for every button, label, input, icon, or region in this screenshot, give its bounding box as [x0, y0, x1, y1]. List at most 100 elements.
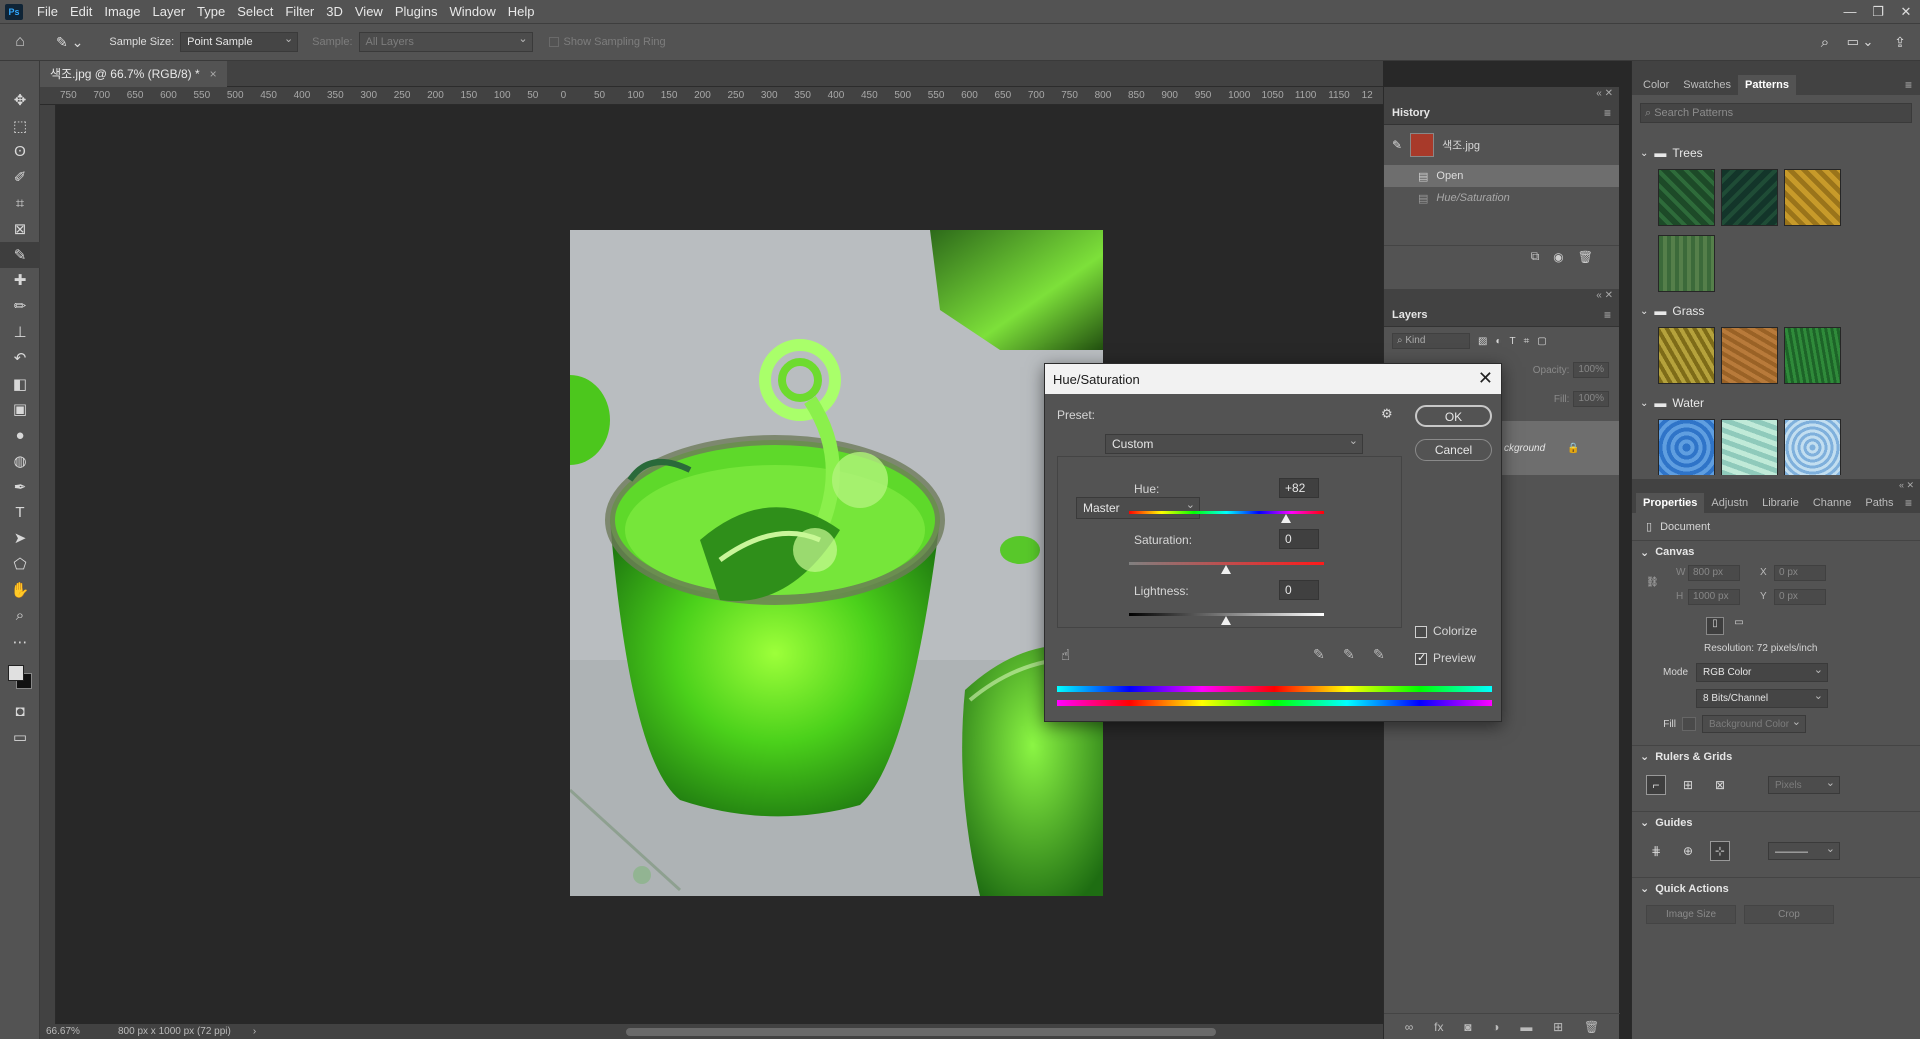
tab-libraries[interactable]: Librarie — [1755, 493, 1806, 513]
pattern-swatch[interactable] — [1784, 419, 1841, 475]
canvas-section-header[interactable]: ⌄ Canvas — [1632, 541, 1920, 563]
history-brush-tool-icon[interactable]: ↶ — [0, 345, 40, 371]
horizontal-scrollbar[interactable] — [626, 1027, 1217, 1036]
new-guide-icon[interactable]: ⊕ — [1678, 844, 1698, 858]
hue-field[interactable]: +82 — [1279, 478, 1319, 498]
minimize-button[interactable]: — — [1836, 4, 1864, 20]
menu-window[interactable]: Window — [443, 0, 501, 23]
collapse-layers-icon[interactable]: « ✕ — [1384, 289, 1619, 303]
shape-tool-icon[interactable]: ⬠ — [0, 551, 40, 577]
new-document-from-state-icon[interactable]: ⧉ — [1531, 249, 1540, 264]
workspace-icon[interactable]: ▭ ⌄ — [1840, 34, 1880, 50]
crop-button[interactable]: Crop — [1744, 904, 1834, 924]
document-tab[interactable]: 색조.jpg @ 66.7% (RGB/8) * × — [40, 61, 227, 87]
toggle-grid-icon[interactable]: ⊞ — [1678, 778, 1698, 792]
gradient-tool-icon[interactable]: ▣ — [0, 397, 40, 423]
pattern-swatch[interactable] — [1784, 169, 1841, 226]
history-panel-title[interactable]: History — [1392, 107, 1430, 119]
toggle-rulers-icon[interactable]: ⌐ — [1646, 775, 1666, 795]
delete-layer-icon[interactable]: 🗑 — [1584, 1020, 1599, 1034]
document-info[interactable]: 800 px x 1000 px (72 ppi) — [118, 1026, 231, 1037]
filter-shape-icon[interactable]: ⌗ — [1524, 336, 1530, 347]
search-icon[interactable]: ⌕ — [1810, 34, 1840, 51]
eraser-tool-icon[interactable]: ◧ — [0, 371, 40, 397]
menu-edit[interactable]: Edit — [64, 0, 98, 23]
landscape-orientation-icon[interactable]: ▭ — [1730, 617, 1748, 635]
path-selection-tool-icon[interactable]: ➤ — [0, 526, 40, 552]
collapse-panels-icon[interactable]: « ✕ — [1384, 87, 1619, 101]
quick-mask-icon[interactable]: ◘ — [0, 699, 40, 725]
preset-select[interactable]: Custom — [1105, 432, 1363, 454]
colorize-checkbox[interactable] — [1415, 626, 1427, 638]
guides-section-header[interactable]: ⌄ Guides — [1632, 811, 1920, 833]
layers-menu-icon[interactable]: ≡ — [1604, 308, 1611, 322]
tab-patterns[interactable]: Patterns — [1738, 75, 1797, 95]
crop-tool-icon[interactable]: ⌗ — [0, 190, 40, 216]
bit-depth-select[interactable]: 8 Bits/Channel — [1696, 687, 1828, 708]
menu-file[interactable]: File — [31, 0, 64, 23]
link-layers-icon[interactable]: ∞ — [1405, 1020, 1414, 1034]
height-field[interactable]: 1000 px — [1688, 589, 1740, 605]
hue-slider-thumb[interactable] — [1281, 514, 1291, 523]
history-item-open[interactable]: ▤ Open — [1384, 165, 1619, 187]
lasso-tool-icon[interactable]: ʘ — [0, 139, 40, 165]
preset-options-gear-icon[interactable]: ⚙ — [1381, 406, 1393, 422]
pattern-group-grass[interactable]: ⌄ ▬ Grass — [1632, 299, 1920, 323]
targeted-adjustment-hand-icon[interactable]: ☝ — [1061, 646, 1070, 664]
menu-help[interactable]: Help — [502, 0, 541, 23]
dodge-tool-icon[interactable]: ◍ — [0, 448, 40, 474]
status-expand-icon[interactable]: › — [253, 1026, 256, 1037]
channel-select[interactable]: Master — [1076, 495, 1200, 519]
eyedropper-tool-icon[interactable]: ✎ — [0, 241, 40, 268]
cancel-button[interactable]: Cancel — [1415, 439, 1492, 461]
add-mask-icon[interactable]: ◙ — [1464, 1020, 1471, 1034]
tab-adjustments[interactable]: Adjustn — [1704, 493, 1755, 513]
link-dimensions-icon[interactable]: ⛓ — [1646, 577, 1659, 588]
history-menu-icon[interactable]: ≡ — [1604, 106, 1611, 120]
new-group-icon[interactable]: ▬ — [1520, 1020, 1532, 1034]
hand-tool-icon[interactable]: ✋ — [0, 577, 40, 603]
menu-layer[interactable]: Layer — [147, 0, 192, 23]
preview-label[interactable]: Preview — [1433, 651, 1476, 665]
patterns-search-input[interactable]: ⌕ Search Patterns — [1640, 103, 1912, 123]
lightness-field[interactable]: 0 — [1279, 580, 1319, 600]
more-tools-icon[interactable]: ⋯ — [0, 629, 40, 655]
tab-color[interactable]: Color — [1636, 75, 1676, 95]
fill-field[interactable]: 100% — [1573, 391, 1609, 407]
pattern-swatch[interactable] — [1658, 235, 1715, 292]
home-icon[interactable]: ⌂ — [0, 33, 40, 51]
x-field[interactable]: 0 px — [1774, 565, 1826, 581]
zoom-tool-icon[interactable]: ⌕ — [0, 603, 40, 629]
screen-mode-icon[interactable]: ▭ — [0, 724, 40, 750]
fill-select[interactable]: Background Color — [1702, 713, 1806, 733]
filter-smart-object-icon[interactable]: ▢ — [1537, 336, 1546, 347]
pattern-swatch[interactable] — [1721, 419, 1778, 475]
collapse-properties-icon[interactable]: « ✕ — [1632, 479, 1920, 491]
pattern-group-water[interactable]: ⌄ ▬ Water — [1632, 391, 1920, 415]
ruler-units-select[interactable]: Pixels — [1768, 774, 1840, 794]
fill-color-swatch[interactable] — [1682, 717, 1696, 731]
menu-view[interactable]: View — [349, 0, 389, 23]
foreground-color-swatch[interactable] — [8, 664, 24, 681]
eyedropper-preset-icon[interactable]: ✎ ⌄ — [56, 34, 83, 51]
hue-slider-track[interactable] — [1129, 511, 1324, 514]
menu-select[interactable]: Select — [231, 0, 279, 23]
properties-menu-icon[interactable]: ≡ — [1905, 493, 1912, 513]
image-size-button[interactable]: Image Size — [1646, 904, 1736, 924]
restore-button[interactable]: ❐ — [1864, 4, 1892, 20]
tab-swatches[interactable]: Swatches — [1676, 75, 1738, 95]
color-swatches[interactable] — [0, 655, 40, 699]
add-layer-style-icon[interactable]: fx — [1434, 1020, 1443, 1034]
rulers-grids-section-header[interactable]: ⌄ Rulers & Grids — [1632, 745, 1920, 767]
delete-state-icon[interactable]: 🗑 — [1578, 250, 1593, 264]
menu-image[interactable]: Image — [98, 0, 146, 23]
share-icon[interactable]: ⇪ — [1880, 34, 1920, 51]
pattern-swatch[interactable] — [1721, 327, 1778, 384]
lightness-slider-thumb[interactable] — [1221, 616, 1231, 625]
filter-adjustment-icon[interactable]: ◐ — [1495, 336, 1501, 347]
history-item-hue-saturation[interactable]: ▤ Hue/Saturation — [1384, 187, 1619, 209]
layers-panel-title[interactable]: Layers — [1392, 309, 1427, 321]
sample-select[interactable]: All Layers — [358, 30, 533, 52]
type-tool-icon[interactable]: T — [0, 500, 40, 526]
blur-tool-icon[interactable]: ● — [0, 422, 40, 448]
